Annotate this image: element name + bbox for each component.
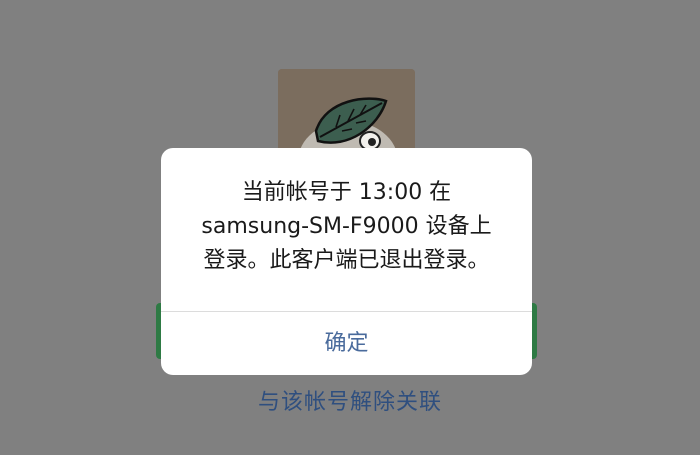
unlink-account-link[interactable]: 与该帐号解除关联 bbox=[0, 384, 700, 416]
logout-alert-dialog: 当前帐号于 13:00 在 samsung-SM-F9000 设备上 登录。此客… bbox=[161, 148, 532, 375]
dialog-message-line: 登录。此客户端已退出登录。 bbox=[203, 248, 490, 273]
dialog-message-line: samsung-SM-F9000 设备上 bbox=[201, 214, 492, 239]
dialog-message-line: 当前帐号于 13:00 在 bbox=[241, 180, 452, 205]
confirm-button[interactable]: 确定 bbox=[161, 311, 532, 375]
dialog-message: 当前帐号于 13:00 在 samsung-SM-F9000 设备上 登录。此客… bbox=[161, 176, 532, 278]
